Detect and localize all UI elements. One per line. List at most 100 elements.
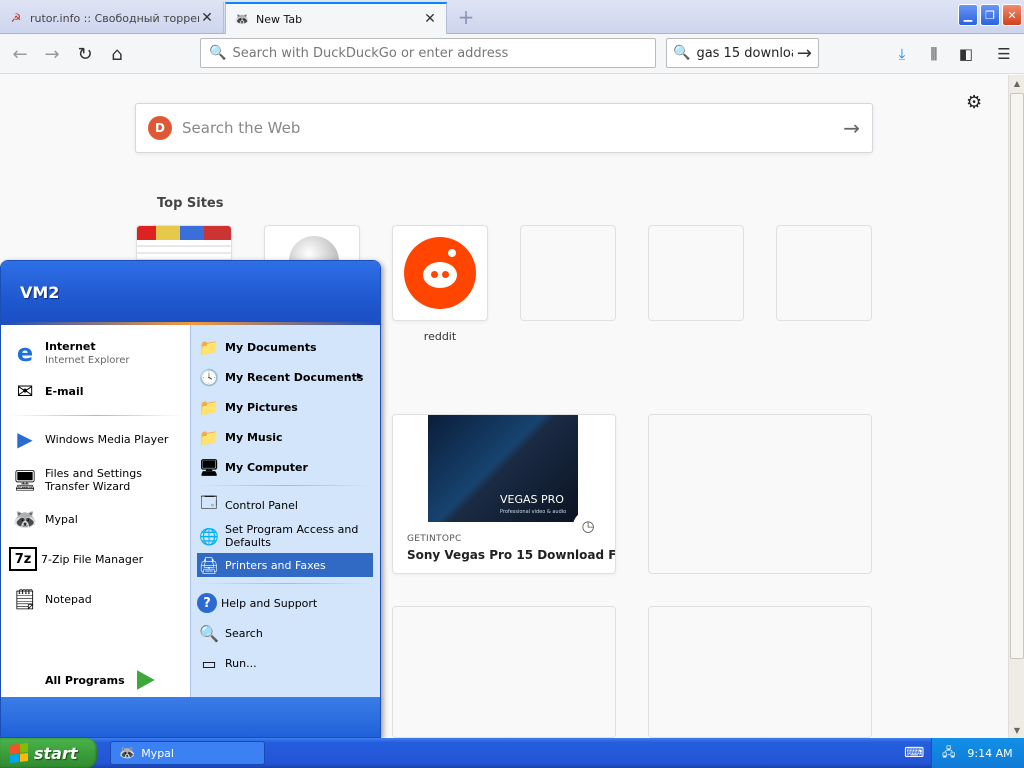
start-item-run[interactable]: ▭ Run... xyxy=(197,649,373,677)
scroll-up-icon[interactable]: ▲ xyxy=(1009,75,1024,91)
close-tab-icon[interactable]: ✕ xyxy=(199,10,215,26)
start-item-control-panel[interactable]: 🗔 Control Panel xyxy=(197,491,373,519)
start-item-label: Files and Settings Transfer Wizard xyxy=(45,467,142,493)
minimize-button[interactable]: ▁ xyxy=(958,4,978,26)
start-menu-programs: e Internet Internet Explorer ✉ E-mail ▶ W… xyxy=(1,325,191,724)
green-arrow-icon xyxy=(136,670,155,690)
start-item-transfer-wizard[interactable]: 🖥 Files and Settings Transfer Wizard xyxy=(9,461,185,499)
start-item-label: Notepad xyxy=(45,592,92,606)
start-item-7zip[interactable]: 7z 7-Zip File Manager xyxy=(9,541,185,577)
start-button[interactable]: start xyxy=(0,738,97,768)
search-bar[interactable]: 🔍 → xyxy=(666,38,819,68)
tab-new-tab[interactable]: 🦝 New Tab ✕ xyxy=(225,2,447,34)
top-site-tile-empty[interactable] xyxy=(648,225,744,321)
forward-icon[interactable]: → xyxy=(38,40,66,68)
start-menu-places: 📁 My Documents 🕓 My Recent Documents ▶ 📁… xyxy=(191,325,380,697)
start-item-label: Help and Support xyxy=(221,596,318,610)
top-site-tile-empty[interactable] xyxy=(520,225,616,321)
media-player-icon: ▶ xyxy=(17,427,33,451)
highlight-card[interactable]: VEGAS PRO Professional video & audio ◷ G… xyxy=(392,414,616,574)
go-arrow-icon[interactable]: → xyxy=(797,43,812,64)
vegas-pro-thumbnail: VEGAS PRO Professional video & audio xyxy=(428,415,578,522)
start-item-media-player[interactable]: ▶ Windows Media Player xyxy=(9,421,185,457)
gear-icon[interactable]: ⚙ xyxy=(966,92,982,113)
scroll-down-icon[interactable]: ▼ xyxy=(1009,722,1024,738)
start-item-recent-documents[interactable]: 🕓 My Recent Documents ▶ xyxy=(197,363,373,391)
highlight-card-empty xyxy=(392,606,616,738)
top-sites-title: Top Sites xyxy=(157,196,224,211)
vertical-scrollbar[interactable]: ▲ ▼ xyxy=(1008,75,1024,738)
start-item-label: Control Panel xyxy=(225,498,298,512)
top-site-label: reddit xyxy=(423,330,457,343)
start-item-label: My Documents xyxy=(225,340,317,354)
control-panel-icon: 🗔 xyxy=(200,492,218,512)
recent-documents-icon: 🕓 xyxy=(199,367,219,387)
start-item-search[interactable]: 🔍 Search xyxy=(197,619,373,647)
start-menu-footer xyxy=(1,697,380,737)
tab-rutor[interactable]: ☭ rutor.info :: Свободный торрент ✕ xyxy=(0,2,224,34)
window-controls: ▁ ❐ ✕ xyxy=(958,4,1022,26)
start-item-help[interactable]: ? Help and Support xyxy=(197,589,373,617)
keyboard-icon[interactable]: ⌨ xyxy=(904,745,924,761)
navigation-toolbar: ← → ↻ ⌂ 🔍 🔍 → ⤓ ⫼ ◧ ☰ xyxy=(0,34,1024,74)
sidebar-icon[interactable]: ◧ xyxy=(952,40,980,68)
start-label: start xyxy=(34,743,78,763)
start-item-notepad[interactable]: 🗒 Notepad xyxy=(9,581,185,617)
menu-icon[interactable]: ☰ xyxy=(990,40,1018,68)
network-icon[interactable]: 🖧 xyxy=(942,743,955,764)
start-item-my-computer[interactable]: 🖥 My Computer xyxy=(197,453,373,481)
start-item-label: Set Program Access and Defaults xyxy=(225,523,359,549)
duckduckgo-logo-icon: D xyxy=(148,116,172,140)
start-item-internet[interactable]: e Internet Internet Explorer xyxy=(9,333,185,373)
start-item-label: 7-Zip File Manager xyxy=(41,552,144,566)
downloads-icon[interactable]: ⤓ xyxy=(888,40,916,68)
url-bar[interactable]: 🔍 xyxy=(200,38,656,68)
all-programs-label: All Programs xyxy=(45,673,125,687)
start-item-label: Printers and Faxes xyxy=(225,558,326,572)
internet-explorer-icon: e xyxy=(16,339,34,367)
mypal-icon: 🦝 xyxy=(12,507,38,531)
search-icon: 🔍 xyxy=(209,45,227,61)
search-arrow-icon[interactable]: → xyxy=(843,116,860,140)
scroll-thumb[interactable] xyxy=(1010,93,1024,659)
new-tab-plus-icon[interactable]: + xyxy=(452,4,480,30)
url-input[interactable] xyxy=(232,45,655,61)
run-icon: ▭ xyxy=(201,653,217,673)
search-input[interactable] xyxy=(696,45,793,61)
start-item-my-pictures[interactable]: 📁 My Pictures xyxy=(197,393,373,421)
windows-logo-icon xyxy=(10,743,28,763)
search-icon: 🔍 xyxy=(673,45,691,61)
reload-icon[interactable]: ↻ xyxy=(71,40,99,68)
highlight-card-empty xyxy=(648,606,872,738)
restore-button[interactable]: ❐ xyxy=(980,4,1000,26)
start-item-subtitle: Internet Explorer xyxy=(45,354,130,366)
taskbar-item-mypal[interactable]: 🦝 Mypal xyxy=(110,741,265,765)
start-item-printers-faxes[interactable]: 🖨 Printers and Faxes xyxy=(197,553,373,577)
top-site-tile-empty[interactable] xyxy=(776,225,872,321)
program-access-icon: 🌐 xyxy=(199,526,219,546)
tab-label: New Tab xyxy=(256,12,303,26)
browser-tab-strip: ☭ rutor.info :: Свободный торрент ✕ 🦝 Ne… xyxy=(0,0,1024,34)
start-item-mypal[interactable]: 🦝 Mypal xyxy=(9,501,185,537)
top-site-tile-reddit[interactable] xyxy=(392,225,488,321)
thumbnail-text: VEGAS PRO xyxy=(500,493,564,506)
start-item-label: Search xyxy=(225,626,263,640)
start-item-label: My Music xyxy=(225,430,283,444)
web-search-input[interactable] xyxy=(182,119,844,137)
close-tab-icon[interactable]: ✕ xyxy=(422,11,438,27)
start-item-program-access[interactable]: 🌐 Set Program Access and Defaults xyxy=(197,521,373,551)
back-icon[interactable]: ← xyxy=(6,40,34,68)
web-search-box[interactable]: D → xyxy=(135,103,873,153)
start-item-label: Mypal xyxy=(45,512,78,526)
start-item-my-documents[interactable]: 📁 My Documents xyxy=(197,333,373,361)
start-item-email[interactable]: ✉ E-mail xyxy=(9,373,185,409)
clock[interactable]: 9:14 AM xyxy=(967,747,1012,760)
clock-icon: ◷ xyxy=(573,511,603,541)
highlight-card-empty xyxy=(648,414,872,574)
all-programs-button[interactable]: All Programs xyxy=(45,670,155,690)
library-icon[interactable]: ⫼ xyxy=(920,40,948,68)
home-icon[interactable]: ⌂ xyxy=(103,40,131,68)
folder-icon: 📁 xyxy=(199,427,219,447)
start-item-my-music[interactable]: 📁 My Music xyxy=(197,423,373,451)
close-window-button[interactable]: ✕ xyxy=(1002,4,1022,26)
